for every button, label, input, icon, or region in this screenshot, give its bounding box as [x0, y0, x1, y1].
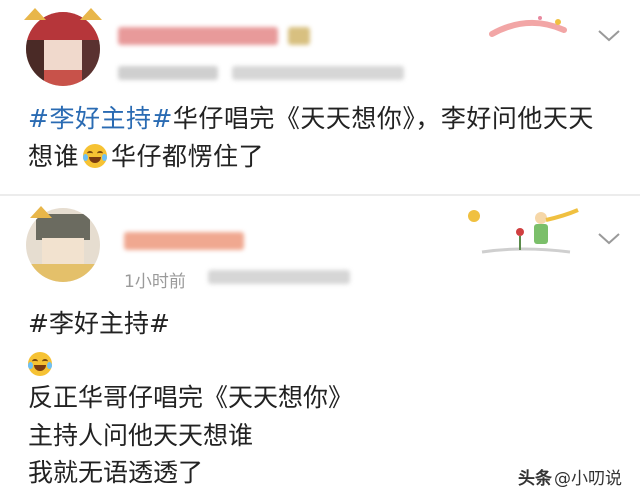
chevron-down-icon[interactable] [596, 230, 622, 248]
post-source-blurred [208, 270, 350, 284]
post-text-line: 主持人问他天天想谁 [28, 421, 254, 450]
chevron-down-icon[interactable] [596, 27, 622, 45]
post-source-blurred [232, 66, 404, 80]
toutiao-watermark: 头条 @小叨说 [518, 464, 622, 489]
weibo-post-2: 1小时前 #李好主持# 反正华哥仔唱完《天天想你》 主持人问他天天想谁 我就无语… [0, 196, 640, 503]
crown-icon [30, 206, 52, 218]
post-text-line: 反正华哥仔唱完《天天想你》 [28, 383, 354, 412]
post-text-line: 我就无语透透了 [28, 458, 204, 487]
hashtag-link[interactable]: #李好主持# [28, 306, 170, 342]
post-time: 1小时前 [124, 272, 186, 292]
watermark-source: 头条 [518, 469, 552, 489]
decorative-sticker [488, 12, 568, 42]
post-text-segment: 华仔唱完《天天想你》，李好问他天天 [172, 104, 594, 133]
post-content: #李好主持#华仔唱完《天天想你》，李好问他天天 想谁 华仔都愣住了 [28, 100, 628, 176]
username-blurred[interactable] [124, 232, 244, 250]
laugh-cry-icon [28, 347, 52, 383]
user-badge-blurred [288, 27, 310, 45]
little-prince-sticker [462, 206, 584, 258]
watermark-author: @小叨说 [554, 469, 622, 489]
user-avatar[interactable] [26, 208, 100, 282]
weibo-post-1: #李好主持#华仔唱完《天天想你》，李好问他天天 想谁 华仔都愣住了 [0, 0, 640, 196]
hashtag-link[interactable]: #李好主持# [28, 104, 173, 133]
post-text-segment: 华仔都愣住了 [111, 142, 265, 171]
post-text-segment: 想谁 [28, 142, 80, 171]
crown-icon [80, 8, 102, 20]
username-blurred[interactable] [118, 27, 278, 45]
crown-icon [24, 8, 46, 20]
post-time-blurred [118, 66, 218, 80]
user-avatar[interactable] [26, 12, 100, 86]
laugh-cry-icon [83, 144, 108, 168]
